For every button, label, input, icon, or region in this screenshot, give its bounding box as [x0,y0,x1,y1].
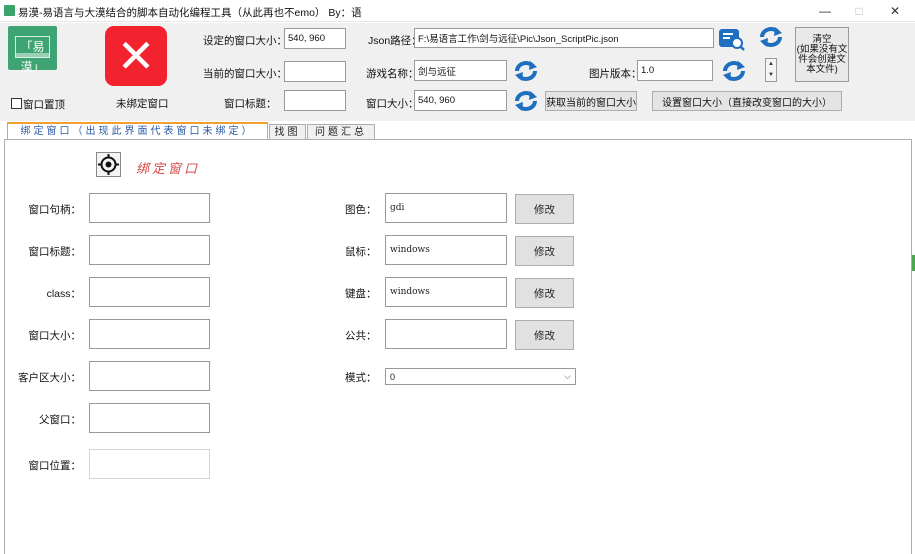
tab-bind-window[interactable]: 绑定窗口（出现此界面代表窗口未绑定） [7,122,268,140]
client-size-label: 客户区大小： [18,372,81,384]
clear-button-line1: 清空 [812,33,832,45]
close-button[interactable]: ✕ [878,0,912,22]
json-path-input[interactable]: F:\易语言工作\剑与远征\Pic\Json_ScriptPic.json [414,28,714,48]
handle-label: 窗口句柄： [28,204,82,216]
mode-select[interactable]: 0 ⌵ [385,368,576,385]
tab-faq[interactable]: 问题汇总 [307,124,375,140]
refresh-version-icon[interactable] [721,60,747,82]
clear-button-line4: 本文件) [806,63,838,75]
window-title-label: 窗口标题： [224,98,277,110]
logo-underline [15,53,50,57]
tab-find-image[interactable]: 找图 [269,124,306,140]
clear-button-line3: 件会创建文 [798,53,846,65]
set-size-label: 设定的窗口大小： [203,35,287,47]
public-mode-modify-button[interactable]: 修改 [515,320,574,350]
parent-window-label: 父窗口： [39,414,81,426]
bind-status-label: 未绑定窗口 [116,98,169,110]
version-spinner[interactable]: ▲ ▼ [765,58,777,82]
set-size-input[interactable]: 540, 960 [284,28,346,49]
browse-json-icon[interactable] [718,27,746,51]
refresh-size-icon[interactable] [513,90,539,112]
window-position-field[interactable] [89,449,210,479]
current-size-input[interactable] [284,61,346,82]
minimize-button[interactable]: — [808,0,842,22]
client-size-field[interactable] [89,361,210,391]
pic-version-input[interactable]: 1.0 [637,60,713,81]
mode-label: 模式： [345,372,377,384]
get-current-size-button[interactable]: 获取当前的窗口大小 [545,91,637,111]
color-mode-modify-button[interactable]: 修改 [515,194,574,224]
clear-button-line2: (如果没有文 [796,43,848,55]
mouse-mode-modify-button[interactable]: 修改 [515,236,574,266]
title-field[interactable] [89,235,210,265]
maximize-button[interactable]: □ [842,0,876,22]
spin-down-icon[interactable]: ▼ [766,70,776,81]
pin-window-label: 窗口置顶 [23,99,65,111]
window-size-input[interactable]: 540, 960 [414,90,507,111]
title-label: 窗口标题： [28,246,82,258]
public-mode-input[interactable] [385,319,507,349]
game-name-label: 游戏名称： [366,68,419,80]
pin-window-checkbox[interactable] [11,98,22,109]
color-mode-label: 图色： [345,204,377,216]
bind-window-text: 绑定窗口 [136,162,201,177]
public-mode-label: 公共： [345,330,377,342]
set-window-size-button[interactable]: 设置窗口大小（直接改变窗口的大小） [652,91,842,111]
chevron-down-icon: ⌵ [564,371,571,381]
refresh-json-icon[interactable] [758,26,784,48]
crosshair-icon [98,154,119,175]
keyboard-mode-modify-button[interactable]: 修改 [515,278,574,308]
clear-button[interactable]: 清空 (如果没有文 件会创建文 本文件) [795,27,849,82]
window-title-input[interactable] [284,90,346,111]
window-size-field[interactable] [89,319,210,349]
window-position-label: 窗口位置： [28,460,82,472]
parent-window-field[interactable] [89,403,210,433]
class-label: class： [46,288,81,300]
current-size-label: 当前的窗口大小： [203,68,287,80]
window-size-field-label: 窗口大小： [28,330,82,342]
game-name-input[interactable]: 剑与远征 [414,60,507,81]
unbound-status-icon: ✕ [105,26,167,86]
bind-target-button[interactable] [96,152,121,177]
mouse-mode-label: 鼠标： [345,246,377,258]
keyboard-mode-label: 键盘： [345,288,377,300]
color-mode-input[interactable]: gdi [385,193,507,223]
keyboard-mode-input[interactable]: windows [385,277,507,307]
window-size-label: 窗口大小： [366,98,419,110]
spin-up-icon[interactable]: ▲ [766,59,776,70]
class-field[interactable] [89,277,210,307]
handle-field[interactable] [89,193,210,223]
mode-select-value: 0 [390,371,396,382]
refresh-game-icon[interactable] [513,60,539,82]
app-icon [4,5,15,16]
pic-version-label: 图片版本： [589,68,642,80]
window-title: 易漠-易语言与大漠结合的脚本自动化编程工具（从此再也不emo） By：语 [18,7,362,19]
mouse-mode-input[interactable]: windows [385,235,507,265]
